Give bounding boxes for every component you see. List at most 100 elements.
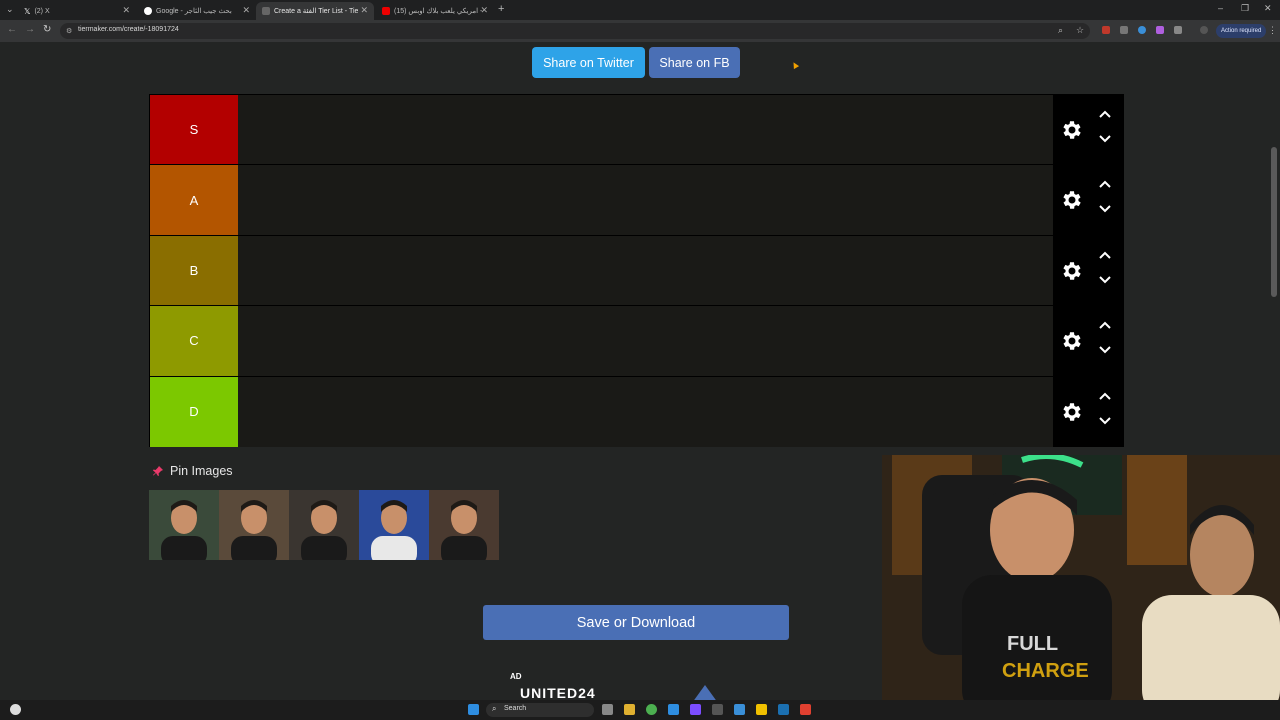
chevron-up-icon[interactable]	[1098, 320, 1112, 330]
tier-drop-zone[interactable]	[238, 235, 1053, 306]
close-icon[interactable]: ✕	[242, 5, 250, 16]
browser-tab-tiermaker[interactable]: Create a الفئة Tier List - TierMa ✕	[256, 2, 374, 20]
discord-icon[interactable]	[690, 704, 701, 715]
person-photo-icon[interactable]	[149, 490, 219, 560]
tier-drop-zone[interactable]	[238, 376, 1053, 447]
pinned-images	[149, 490, 499, 560]
tier-label[interactable]: B	[150, 235, 238, 306]
browser-tab-strip: ⌄ 𝕏 (2) X ✕ Google - بحث جيب الثاجر ✕ Cr…	[0, 0, 1280, 20]
gear-icon[interactable]	[1060, 400, 1084, 424]
bookmark-star-icon[interactable]: ☆	[1076, 25, 1084, 36]
gear-icon[interactable]	[1060, 188, 1084, 212]
action-required-button[interactable]: Action required	[1216, 24, 1267, 38]
taskbar-search[interactable]: ⌕ Search	[486, 703, 594, 717]
window-close-icon[interactable]: ✕	[1264, 3, 1272, 14]
new-tab-icon[interactable]: +	[498, 3, 504, 15]
extension-icon[interactable]	[1156, 26, 1164, 34]
app-icon[interactable]	[800, 704, 811, 715]
task-view-icon[interactable]	[602, 704, 613, 715]
gear-icon[interactable]	[1060, 259, 1084, 283]
chevron-up-icon[interactable]	[1098, 391, 1112, 401]
tier-controls	[1053, 376, 1123, 447]
chevron-up-icon[interactable]	[1098, 109, 1112, 119]
browser-tab-google[interactable]: Google - بحث جيب الثاجر ✕	[138, 2, 256, 20]
maximize-icon[interactable]: ❐	[1241, 3, 1249, 14]
ad-label: AD	[510, 672, 522, 681]
tab-search-icon[interactable]: ⌄	[6, 4, 14, 15]
tier-label[interactable]: S	[150, 95, 238, 165]
extension-icon[interactable]	[1120, 26, 1128, 34]
ad-text: UNITED24	[520, 685, 596, 700]
svg-text:FULL: FULL	[1007, 633, 1058, 655]
tier-list: SABCD	[149, 94, 1124, 447]
x-logo-icon: 𝕏	[24, 6, 31, 16]
address-bar[interactable]: ⚙ tiermaker.com/create/-18091724 ⌕ ☆	[60, 23, 1090, 39]
tier-label[interactable]: A	[150, 165, 238, 235]
svg-text:CHARGE: CHARGE	[1002, 660, 1089, 682]
tab-title: (15) امريكي يلعب بلاك اوبس -	[394, 8, 483, 15]
tier-drop-zone[interactable]	[238, 95, 1053, 165]
tiermaker-logo-icon	[262, 7, 270, 15]
chrome-icon[interactable]	[646, 704, 657, 715]
ad-banner[interactable]: UNITED24	[520, 683, 770, 700]
gear-icon[interactable]	[1060, 118, 1084, 142]
chevron-up-icon[interactable]	[1098, 179, 1112, 189]
pushpin-icon	[153, 466, 163, 476]
tier-controls	[1053, 95, 1123, 165]
tier-drop-zone[interactable]	[238, 165, 1053, 235]
chevron-down-icon[interactable]	[1098, 204, 1112, 214]
person-photo-icon[interactable]	[359, 490, 429, 560]
webcam-overlay: FULL CHARGE	[882, 455, 1280, 720]
gear-icon[interactable]	[1060, 329, 1084, 353]
chevron-down-icon[interactable]	[1098, 416, 1112, 426]
chevron-down-icon[interactable]	[1098, 134, 1112, 144]
steam-icon[interactable]	[778, 704, 789, 715]
tier-controls	[1053, 165, 1123, 235]
app-icon[interactable]	[712, 704, 723, 715]
app-icon[interactable]	[668, 704, 679, 715]
close-icon[interactable]: ✕	[480, 5, 488, 16]
save-download-button[interactable]: Save or Download	[483, 605, 789, 640]
tier-controls	[1053, 306, 1123, 376]
browser-menu-icon[interactable]: ⋮	[1268, 25, 1277, 36]
file-explorer-icon[interactable]	[624, 704, 635, 715]
chevron-down-icon[interactable]	[1098, 275, 1112, 285]
tier-row: D	[150, 376, 1123, 447]
scrollbar[interactable]	[1271, 147, 1277, 297]
person-photo-icon[interactable]	[429, 490, 499, 560]
app-icon[interactable]	[734, 704, 745, 715]
profile-avatar[interactable]	[1200, 26, 1208, 34]
extension-icon[interactable]	[1138, 26, 1146, 34]
extensions-puzzle-icon[interactable]	[1174, 26, 1182, 34]
reload-icon[interactable]: ↻	[43, 24, 51, 35]
tab-title: (2) X	[34, 7, 50, 15]
chevron-up-icon[interactable]	[1098, 250, 1112, 260]
zoom-icon[interactable]: ⌕	[1058, 25, 1063, 36]
back-icon[interactable]: ←	[7, 24, 17, 35]
share-facebook-button[interactable]: Share on FB	[649, 47, 740, 78]
tier-drop-zone[interactable]	[238, 306, 1053, 376]
browser-tab-x[interactable]: 𝕏 (2) X ✕	[18, 2, 136, 20]
person-photo-icon[interactable]	[289, 490, 359, 560]
close-icon[interactable]: ✕	[122, 5, 130, 16]
weather-icon[interactable]	[10, 704, 21, 715]
windows-taskbar: ⌕ Search	[0, 700, 1280, 720]
tier-label[interactable]: D	[150, 376, 238, 447]
extension-icon[interactable]	[1102, 26, 1110, 34]
url-text: tiermaker.com/create/-18091724	[78, 26, 179, 33]
tier-label[interactable]: C	[150, 306, 238, 376]
site-info-icon[interactable]: ⚙	[66, 27, 72, 35]
search-icon: ⌕	[492, 704, 497, 713]
taskbar-search-label: Search	[504, 705, 527, 712]
close-icon[interactable]: ✕	[360, 5, 368, 16]
tier-controls	[1053, 235, 1123, 306]
minimize-icon[interactable]: –	[1218, 3, 1223, 13]
windows-start-icon[interactable]	[468, 704, 479, 715]
share-twitter-button[interactable]: Share on Twitter	[532, 47, 645, 78]
forward-icon[interactable]: →	[25, 24, 35, 35]
browser-tab-youtube[interactable]: (15) امريكي يلعب بلاك اوبس - ✕	[376, 2, 494, 20]
sticky-notes-icon[interactable]	[756, 704, 767, 715]
pin-images-heading: Pin Images	[152, 464, 233, 478]
chevron-down-icon[interactable]	[1098, 345, 1112, 355]
person-photo-icon[interactable]	[219, 490, 289, 560]
